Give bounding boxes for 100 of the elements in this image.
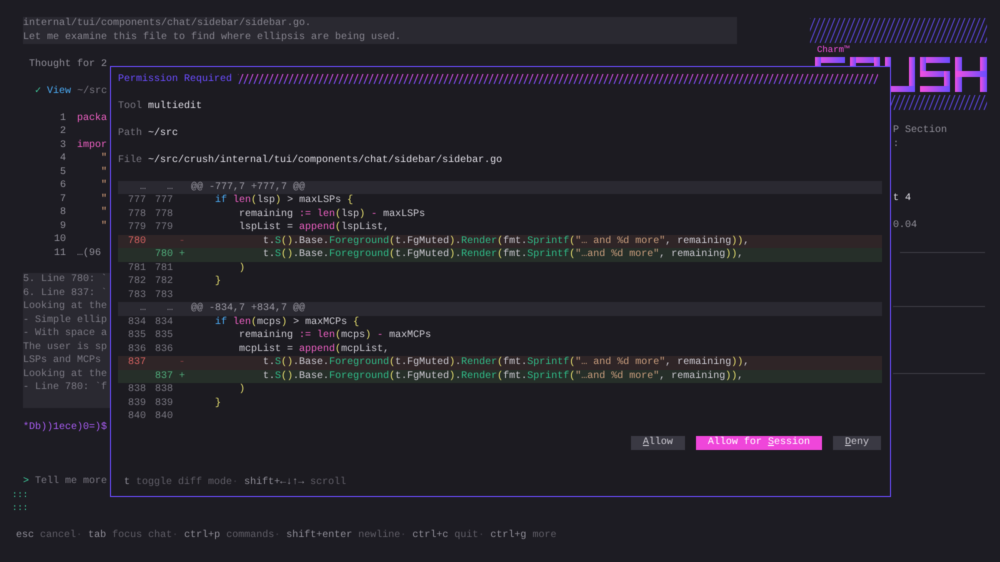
code-text: } (214, 398, 222, 408)
key-action: toggle diff mode (136, 477, 232, 488)
code-text: remaining := len(mcps) - maxMCPs (238, 330, 432, 341)
code-text: impor (77, 138, 108, 152)
field-value: ~/src (148, 128, 178, 138)
code-text: remaining := len(lsp) - maxLSPs (238, 208, 426, 220)
code-text: lspList = append(lspList, (238, 222, 390, 233)
line-number: 10 (52, 233, 66, 246)
line-number: 834 (154, 316, 173, 328)
separator-dot: · (274, 530, 280, 540)
key-label: shift+←↓↑→ (244, 477, 304, 488)
line-number: 779 (128, 222, 146, 233)
hunk-text: @@ -777,7 +777,7 @@ (190, 180, 306, 194)
code-text: " (100, 179, 108, 192)
reasoning-line: 5. Line 780: ` (23, 274, 108, 285)
key-action: cancel (40, 530, 76, 540)
line-number: 2 (58, 125, 66, 138)
field-value: ~/src/crush/internal/tui/components/chat/sidebar/sidebar.go (148, 154, 502, 166)
code-text: " (100, 220, 108, 233)
key-action: focus chat (112, 530, 172, 540)
code-text: if len(lsp) > maxLSPs { (214, 195, 354, 206)
line-number: 835 (128, 330, 146, 341)
code-text: t.S().Base.Foreground(t.FgMuted).Render(fmt.Sprintf("… and %d more", remaining)), (262, 357, 750, 368)
diff-sign: + (179, 249, 186, 260)
line-number: 840 (128, 411, 146, 422)
key-label: esc (16, 530, 34, 540)
deny-button[interactable]: Deny (832, 436, 881, 450)
separator-dot: · (478, 530, 484, 540)
line-number: 4 (58, 152, 66, 166)
reasoning-line: Looking at the (23, 301, 108, 312)
allow-button[interactable]: Allow (630, 436, 685, 450)
line-number: 839 (128, 398, 146, 408)
brand-label: Charm™ (817, 45, 850, 55)
code-text: if len(mcps) > maxMCPs { (214, 316, 360, 328)
line-number: 7 (58, 192, 66, 206)
code-text: …(96 (77, 246, 102, 260)
diff-sign: - (179, 357, 186, 368)
key-label: tab (88, 530, 106, 540)
line-number: 779 (154, 222, 173, 233)
line-number: 6 (58, 179, 66, 192)
line-number: 836 (128, 344, 146, 354)
reasoning-line: - With space a (23, 328, 108, 339)
message-line: internal/tui/components/chat/sidebar/sidebar.go. (23, 17, 312, 30)
line-number: 834 (128, 316, 146, 328)
key-label: ctrl+c (412, 530, 448, 540)
line-number: 1 (58, 112, 66, 125)
line-number: 835 (154, 330, 173, 341)
thought-label: Thought for 2 (29, 58, 108, 70)
sidebar-text: 0.04 (893, 220, 918, 230)
code-text: t.S().Base.Foreground(t.FgMuted).Render(fmt.Sprintf("… and %d more", remaining)), (262, 236, 750, 246)
line-number: 11 (52, 246, 66, 260)
prompt-hint[interactable]: Tell me more (35, 476, 108, 487)
line-number: 838 (154, 384, 173, 395)
key-action: scroll (310, 477, 346, 488)
reasoning-line: - Simple ellip (23, 314, 108, 326)
line-number: 781 (128, 262, 146, 274)
tool-name: View (47, 86, 72, 96)
separator-dot: · (400, 530, 406, 540)
line-number: 782 (154, 276, 173, 287)
line-number: 780 (154, 249, 173, 260)
key-label: t (124, 477, 130, 488)
line-number: … (138, 180, 146, 194)
reasoning-line: - Line 780: `f (23, 382, 108, 393)
key-action: more (532, 530, 556, 540)
line-number: 839 (154, 398, 173, 408)
line-number: 8 (58, 206, 66, 220)
line-number: … (166, 180, 173, 194)
tool-path: ~/src (77, 86, 108, 96)
code-text: ) (238, 262, 246, 274)
code-text: mcpList = append(mcpList, (238, 344, 390, 354)
dialog-title: Permission Required (118, 72, 232, 86)
separator-dot: · (232, 477, 238, 488)
key-label: shift+enter (286, 530, 352, 540)
key-action: quit (454, 530, 478, 540)
reasoning-line: 6. Line 837: ` (23, 288, 108, 298)
reasoning-line: LSPs and MCPs (23, 355, 102, 366)
reasoning-line: Looking at the (23, 368, 108, 380)
line-number: 777 (128, 195, 146, 206)
line-number: 3 (58, 138, 66, 152)
field-label: File (118, 154, 142, 166)
code-text: ) (238, 384, 246, 395)
spinner-text: *Db))1ece)0=)$ (23, 422, 108, 433)
line-number: 778 (128, 208, 146, 220)
key-action: commands (226, 530, 274, 540)
check-mark: ✓ (35, 86, 42, 96)
line-number: 837 (154, 370, 173, 382)
code-text: " (100, 192, 108, 206)
line-number: 777 (154, 195, 173, 206)
line-number: 780 (128, 236, 146, 246)
code-text: " (100, 206, 108, 220)
line-number: 840 (154, 411, 173, 422)
diff-sign: + (179, 370, 186, 382)
gutter-mark: ::: (12, 490, 28, 500)
sidebar-text: : (893, 138, 900, 150)
sidebar-text: t 4 (893, 192, 912, 204)
line-number: 5 (58, 166, 66, 179)
diff-sign: - (179, 236, 186, 246)
line-number: 778 (154, 208, 173, 220)
key-label: ctrl+g (490, 530, 526, 540)
sidebar-text: P Section (893, 125, 948, 136)
